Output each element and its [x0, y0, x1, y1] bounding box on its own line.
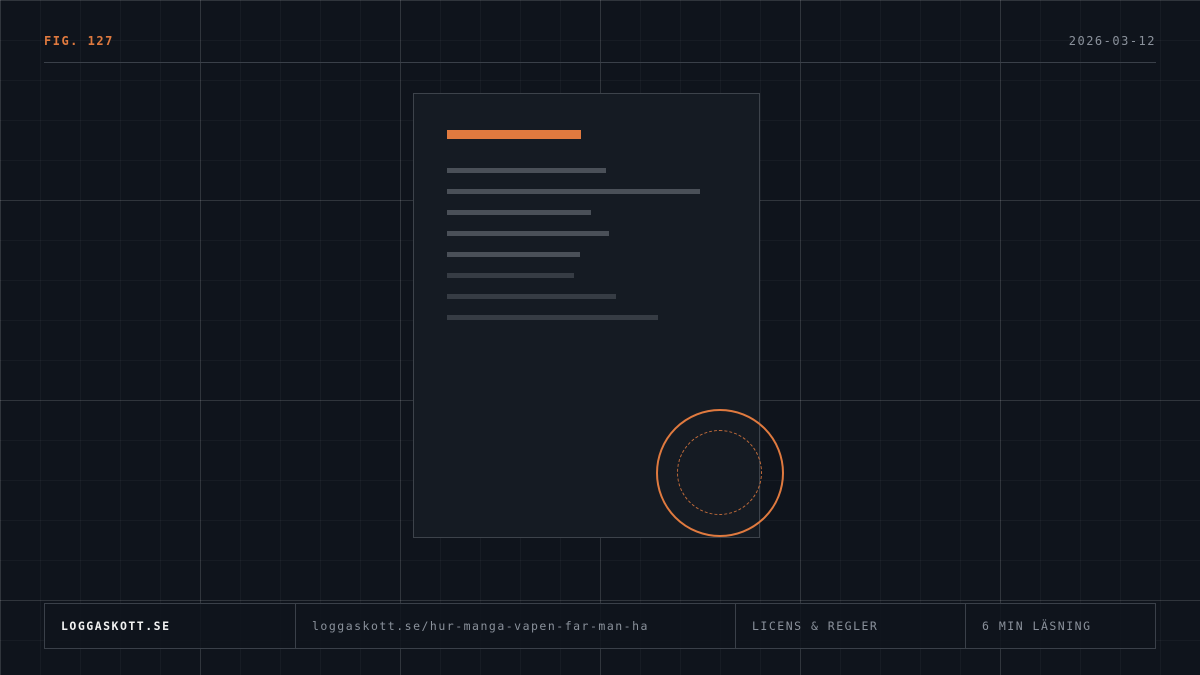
footer-bar: LOGGASKOTT.SE loggaskott.se/hur-manga-va…: [44, 603, 1156, 649]
document-text-line: [447, 210, 591, 215]
document-text-line: [447, 273, 574, 278]
reading-time: 6 MIN LÄSNING: [982, 619, 1092, 633]
date-label: 2026-03-12: [1068, 34, 1156, 48]
document-text-line: [447, 294, 616, 299]
site-name[interactable]: LOGGASKOTT.SE: [45, 604, 296, 648]
seal-icon: [656, 409, 784, 537]
article-url[interactable]: loggaskott.se/hur-manga-vapen-far-man-ha: [296, 604, 736, 648]
document-text-line: [447, 231, 609, 236]
seal-inner-ring: [677, 430, 762, 515]
document-title-bar: [447, 130, 581, 139]
figure-label: FIG. 127: [44, 34, 114, 48]
license-label[interactable]: LICENS & REGLER: [736, 604, 966, 648]
header-divider: [44, 62, 1156, 63]
document-text-line: [447, 252, 580, 257]
document-text-line: [447, 315, 658, 320]
document-text-line: [447, 168, 606, 173]
document-text-line: [447, 189, 700, 194]
